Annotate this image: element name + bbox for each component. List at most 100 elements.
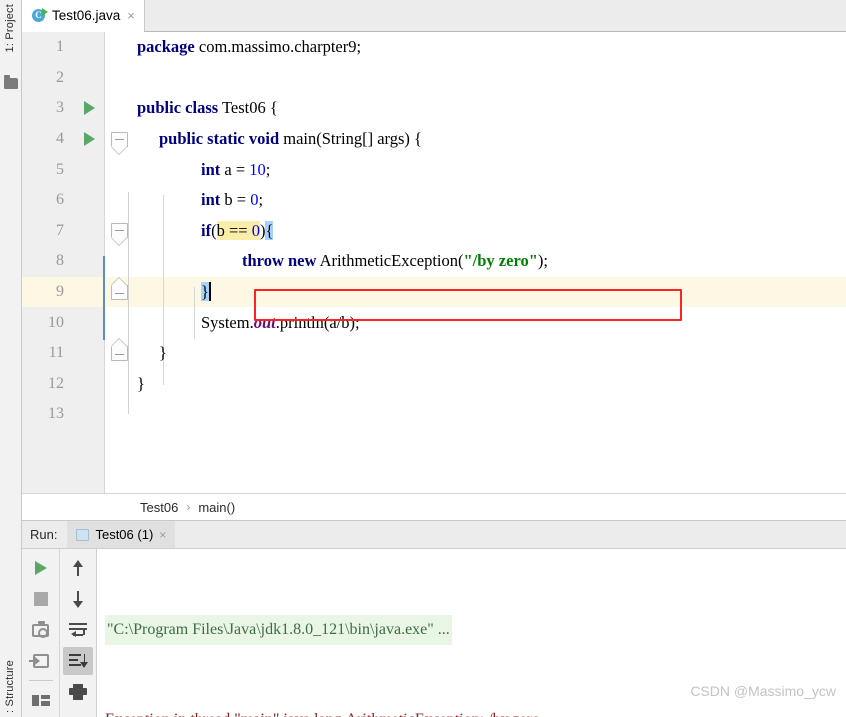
console-output[interactable]: "C:\Program Files\Java\jdk1.8.0_121\bin\… — [97, 549, 846, 717]
code-condition-left: b == — [216, 220, 252, 240]
code-end: ); — [537, 251, 548, 271]
fold-region-toggle[interactable] — [105, 223, 133, 239]
line-number: 10 — [48, 313, 64, 331]
code-keyword: package — [137, 37, 195, 57]
code-editor[interactable]: 1 package com.massimo.charpter9; 2 3 pub… — [22, 32, 846, 493]
run-toolbar-right-column — [59, 549, 96, 717]
run-class-gutter-button[interactable] — [74, 101, 105, 116]
code-end: ; — [258, 190, 264, 210]
code-rest: Test06 { — [218, 98, 278, 118]
breadcrumb: Test06 › main() — [22, 493, 846, 521]
layout-button[interactable] — [26, 686, 56, 714]
code-text: public static void main(String[] args) { — [133, 129, 846, 149]
console-line-command: "C:\Program Files\Java\jdk1.8.0_121\bin\… — [105, 615, 846, 645]
next-occurrence-button[interactable] — [63, 585, 93, 613]
play-icon — [84, 132, 95, 147]
line-number: 4 — [56, 130, 64, 148]
sidebar-item-structure[interactable]: : Structure — [4, 660, 16, 713]
editor-line: 5 int a = 10; — [22, 154, 846, 185]
fold-region-toggle[interactable] — [105, 284, 133, 300]
play-icon — [34, 561, 47, 575]
line-number: 3 — [56, 99, 64, 117]
run-tab-test06[interactable]: Test06 (1) × — [67, 521, 176, 548]
editor-line: 8 throw new ArithmeticException("/by zer… — [22, 246, 846, 277]
run-header-filler — [175, 521, 846, 548]
code-keyword: int — [201, 190, 221, 210]
code-text: } — [133, 282, 846, 302]
editor-line: 7 if(b == 0){ — [22, 216, 846, 247]
rerun-button[interactable] — [26, 554, 56, 582]
code-pre: System. — [201, 312, 254, 332]
line-number: 6 — [56, 191, 64, 209]
editor-line: 12 } — [22, 369, 846, 400]
code-mid: b = — [220, 190, 251, 210]
fold-expand-icon — [110, 284, 128, 300]
code-number: 10 — [249, 159, 266, 179]
printer-icon — [69, 684, 87, 700]
fold-region-toggle[interactable] — [105, 345, 133, 361]
editor-tab-bar: C Test06.java × — [22, 0, 846, 32]
stop-icon — [33, 592, 48, 606]
import-export-icon — [28, 654, 49, 668]
editor-line: 2 — [22, 63, 846, 94]
code-keyword: throw — [242, 251, 284, 271]
code-keyword: new — [288, 251, 317, 271]
prev-occurrence-button[interactable] — [63, 554, 93, 582]
code-text: int b = 0; — [133, 190, 846, 210]
code-number: 0 — [251, 220, 260, 240]
arrow-down-icon — [70, 590, 86, 608]
code-text: public class Test06 { — [133, 98, 846, 118]
editor-line: 11 } — [22, 338, 846, 369]
code-text: System.out.println(a/b); — [133, 313, 846, 333]
run-method-gutter-button[interactable] — [74, 132, 105, 147]
run-tool-header: Run: Test06 (1) × — [22, 521, 846, 549]
close-icon[interactable]: × — [127, 9, 135, 22]
sidebar-item-project[interactable]: 1: Project — [4, 4, 16, 52]
code-brace-close: } — [201, 282, 209, 302]
editor-line: 3 public class Test06 { — [22, 93, 846, 124]
left-tool-strip: 1: Project : Structure — [0, 0, 22, 717]
fold-expand-icon — [110, 345, 128, 361]
line-number: 8 — [56, 252, 64, 270]
code-end: ; — [265, 159, 271, 179]
text-caret — [208, 282, 211, 302]
stop-button[interactable] — [26, 585, 56, 613]
console-icon — [76, 528, 90, 541]
line-number: 5 — [56, 160, 64, 178]
code-keyword: class — [185, 98, 219, 118]
breadcrumb-class[interactable]: Test06 — [140, 500, 178, 515]
code-brace-open: { — [265, 220, 274, 240]
code-rest: main(String[] args) { — [279, 129, 422, 149]
breadcrumb-method[interactable]: main() — [198, 500, 235, 515]
arrow-up-icon — [70, 559, 86, 577]
line-number: 11 — [48, 344, 64, 362]
fold-collapse-icon — [110, 223, 128, 239]
fold-collapse-icon — [110, 131, 128, 147]
code-keyword: if — [201, 220, 212, 240]
code-mid: a = — [220, 159, 250, 179]
export-button[interactable] — [26, 647, 56, 675]
run-tool-body: "C:\Program Files\Java\jdk1.8.0_121\bin\… — [22, 549, 846, 717]
code-post: .println(a/b); — [275, 312, 360, 332]
print-button[interactable] — [63, 678, 93, 706]
code-keyword: public — [159, 129, 204, 149]
code-brace-close: } — [159, 343, 167, 363]
folder-icon[interactable] — [4, 75, 18, 89]
code-keyword: static — [207, 129, 245, 149]
close-icon[interactable]: × — [159, 528, 166, 542]
camera-icon — [32, 620, 49, 638]
code-text: package com.massimo.charpter9; — [133, 37, 846, 57]
editor-line: 13 — [22, 399, 846, 430]
line-number: 13 — [48, 405, 64, 423]
soft-wrap-button[interactable] — [63, 616, 93, 644]
editor-line: 4 public static void main(String[] args)… — [22, 124, 846, 155]
play-icon — [84, 101, 95, 116]
idea-window: 1: Project : Structure C Test06.java × 1… — [0, 0, 846, 717]
screenshot-button[interactable] — [26, 616, 56, 644]
editor-tab-test06[interactable]: C Test06.java × — [22, 0, 145, 32]
run-window-label: Run: — [30, 527, 58, 542]
scroll-to-end-button[interactable] — [63, 647, 93, 675]
chevron-right-icon: › — [186, 500, 191, 514]
fold-region-toggle[interactable] — [105, 131, 133, 147]
editor-line: 10 System.out.println(a/b); — [22, 307, 846, 338]
